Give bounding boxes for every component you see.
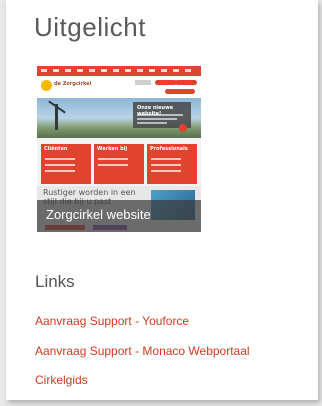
featured-heading: Uitgelicht: [34, 12, 146, 42]
featured-website-thumbnail[interactable]: de Zorgcirkel Onze nieuwe website! Cliën…: [37, 66, 201, 232]
preview-tiles: Cliënten Werken bij Professionals: [37, 140, 201, 186]
sun-logo-icon: [41, 80, 52, 91]
preview-hero-image: Onze nieuwe website!: [37, 98, 201, 138]
preview-tile: Professionals: [147, 144, 197, 184]
links-heading: Links: [35, 272, 75, 291]
link-cirkelgids[interactable]: Cirkelgids: [35, 373, 88, 387]
preview-nav-bar: [37, 66, 201, 76]
link-support-monaco[interactable]: Aanvraag Support - Monaco Webportaal: [35, 344, 250, 358]
preview-tile: Cliënten: [41, 144, 91, 184]
link-support-youforce[interactable]: Aanvraag Support - Youforce: [35, 314, 189, 328]
content-card: Uitgelicht de Zorgcirkel Onze nieuwe web…: [6, 0, 318, 400]
preview-logo-text: de Zorgcirkel: [54, 81, 92, 87]
preview-tile: Werken bij: [94, 144, 144, 184]
preview-header: de Zorgcirkel: [37, 76, 201, 98]
preview-arrow-icon: [179, 124, 187, 132]
thumbnail-caption: Zorgcirkel website: [46, 207, 151, 222]
